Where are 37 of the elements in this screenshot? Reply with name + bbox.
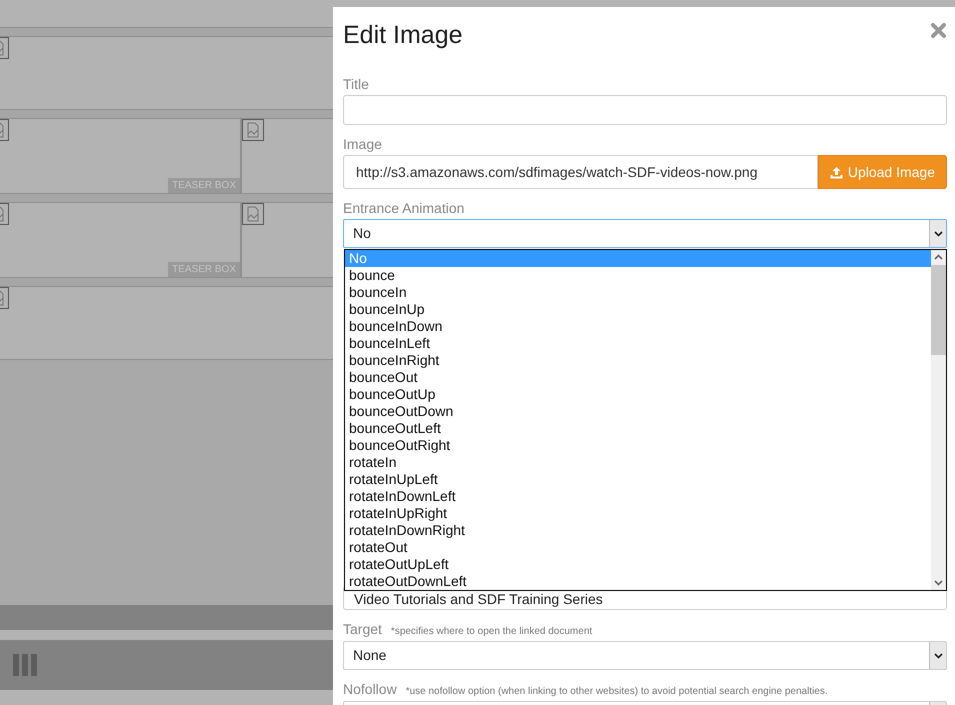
dropdown-option[interactable]: bounceOutLeft [345, 420, 931, 437]
text-field[interactable]: Video Tutorials and SDF Training Series [343, 586, 947, 610]
dropdown-option[interactable]: bounceOutUp [345, 386, 931, 403]
dropdown-option[interactable]: bounceInLeft [345, 335, 931, 352]
dropdown-option[interactable]: rotateInDownRight [345, 522, 931, 539]
dropdown-option[interactable]: rotateIn [345, 454, 931, 471]
dropdown-option[interactable]: rotateInDownLeft [345, 488, 931, 505]
dropdown-option[interactable]: bounce [345, 267, 931, 284]
close-button[interactable] [930, 22, 947, 39]
columns-icon[interactable] [13, 654, 37, 676]
dropdown-option[interactable]: bounceInUp [345, 301, 931, 318]
dropdown-option[interactable]: bounceOutDown [345, 403, 931, 420]
select-field[interactable]: None [343, 641, 947, 670]
dropdown-option[interactable]: rotateInUpRight [345, 505, 931, 522]
field-label: Entrance Animation [343, 199, 464, 217]
select-field[interactable]: No [343, 219, 947, 248]
broken-image-icon [242, 119, 264, 141]
dropdown-option[interactable]: bounceInRight [345, 352, 931, 369]
dropdown-option[interactable]: bounceOut [345, 369, 931, 386]
dropdown-option[interactable]: rotateInUpLeft [345, 471, 931, 488]
dropdown-option[interactable]: bounceInDown [345, 318, 931, 335]
dropdown-option[interactable]: bounceIn [345, 284, 931, 301]
field-label: Target [343, 620, 382, 638]
url-field[interactable]: http://s3.amazonaws.com/sdfimages/watch-SDF-videos-now.png [343, 155, 818, 189]
field-label: Image [343, 135, 382, 153]
dropdown-option[interactable]: rotateOutUpLeft [345, 556, 931, 573]
field-hint: *use nofollow option (when linking to other websites) to avoid potential search engine penalties. [406, 685, 828, 699]
scrollbar[interactable] [931, 250, 946, 590]
field-hint: *specifies where to open the linked document [390, 625, 592, 639]
dialog-title: Edit Image [343, 20, 463, 50]
field-label: Nofollow [343, 680, 397, 698]
text-field[interactable] [343, 95, 947, 125]
dropdown-option[interactable]: bounceOutRight [345, 437, 931, 454]
dropdown-option[interactable]: rotateOut [345, 539, 931, 556]
field-label: Title [343, 75, 369, 93]
upload-icon [830, 166, 843, 178]
broken-image-icon [242, 203, 264, 225]
